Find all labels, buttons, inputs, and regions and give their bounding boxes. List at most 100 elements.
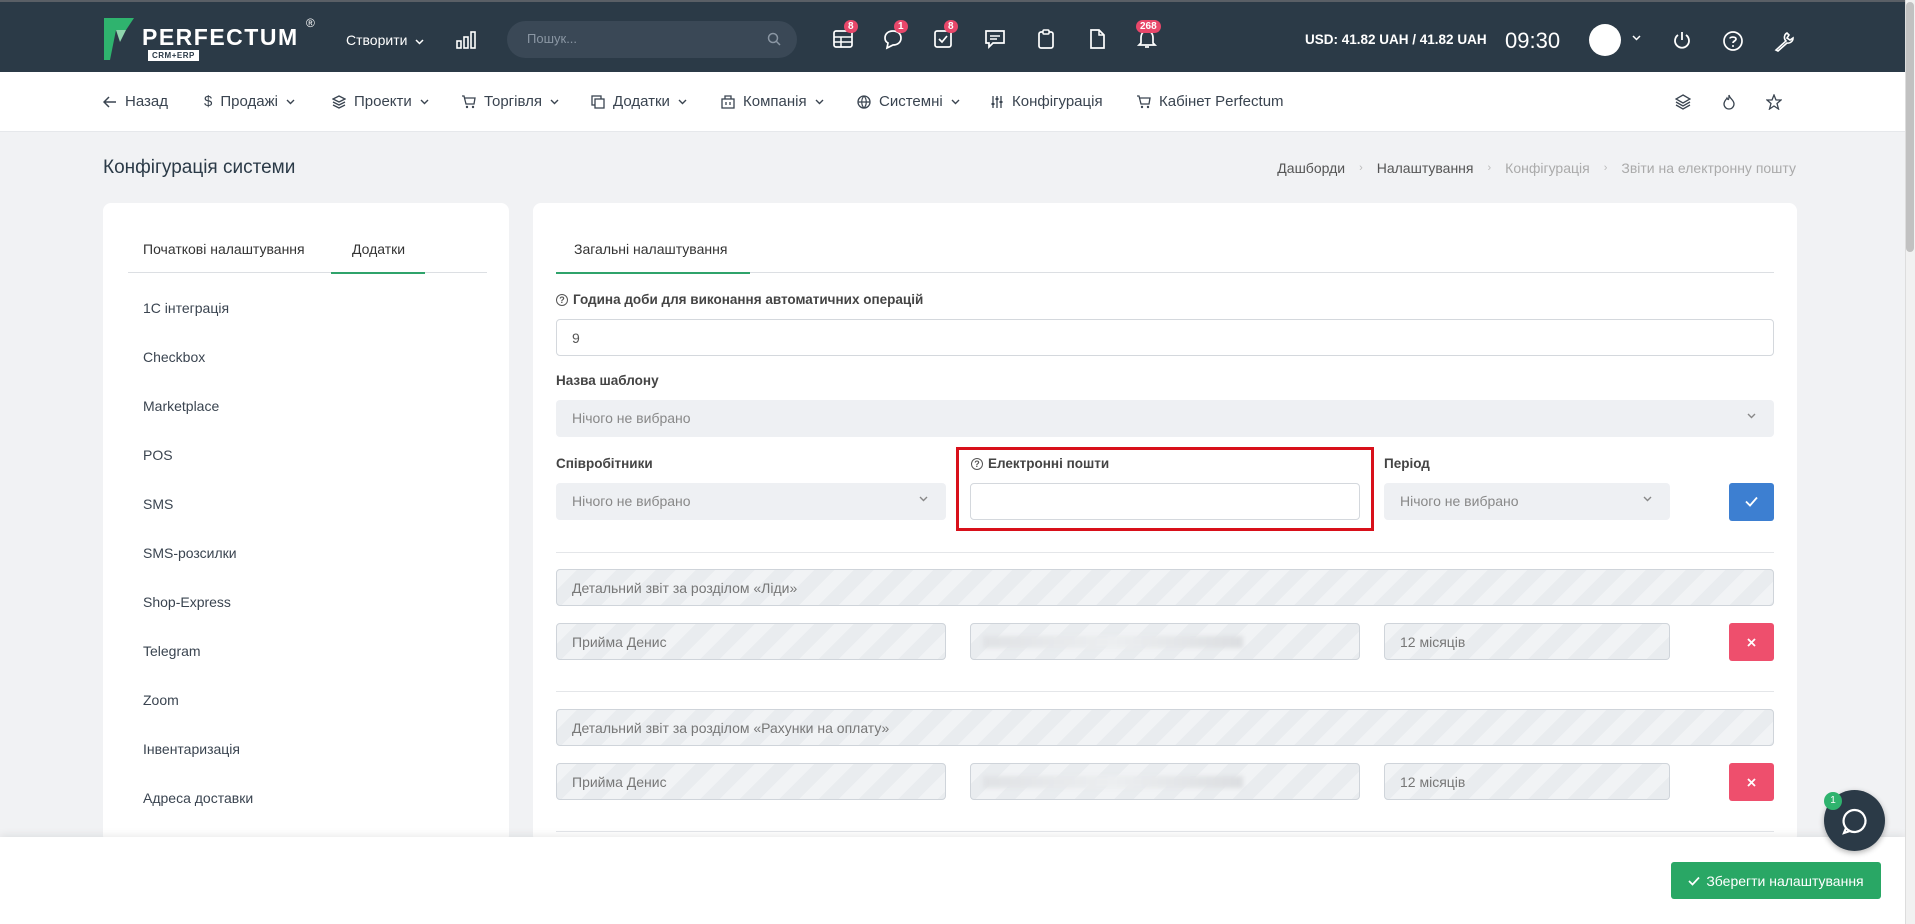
period-label: Період [1384, 456, 1430, 471]
employees-select-value: Нічого не вибрано [572, 493, 691, 509]
template-select[interactable]: Нічого не вибрано [556, 400, 1774, 437]
bar-chart-icon[interactable] [456, 31, 478, 49]
nav-back-label: Назад [125, 93, 168, 110]
nav-sales[interactable]: $ Продажі [204, 93, 295, 110]
nav-addons[interactable]: Додатки [591, 93, 687, 110]
star-icon[interactable] [1766, 94, 1782, 110]
nav-sales-label: Продажі [220, 93, 278, 110]
layers-icon[interactable] [1675, 94, 1691, 110]
sliders-icon [991, 95, 1003, 108]
sidebar-item[interactable]: Shop-Express [143, 594, 231, 610]
clipboard-icon[interactable] [1035, 28, 1057, 50]
save-settings-button[interactable]: Зберегти налаштування [1671, 862, 1881, 899]
nav-company[interactable]: Компанія [721, 93, 824, 110]
notifications-badge: 268 [1136, 20, 1161, 33]
nav-back[interactable]: Назад [103, 93, 168, 110]
table-icon[interactable]: 8 [832, 20, 858, 50]
scrollbar-thumb[interactable] [1906, 2, 1914, 252]
chat-badge: 1 [894, 20, 908, 33]
sidebar-item[interactable]: 1С інтеграція [143, 300, 229, 316]
divider [556, 831, 1774, 832]
brand-name: PERFECTUM [142, 24, 299, 50]
chevron-down-icon [919, 496, 928, 502]
sidebar-item[interactable]: Telegram [143, 643, 201, 659]
nav-system[interactable]: Системні [857, 93, 960, 110]
breadcrumb-item[interactable]: Конфігурація [1505, 160, 1590, 176]
create-dropdown[interactable]: Створити [346, 32, 424, 48]
report-email-field [970, 623, 1360, 660]
nav-trade-label: Торгівля [484, 93, 542, 110]
delete-report-button[interactable] [1729, 763, 1774, 801]
logo[interactable]: PERFECTUM CRM+ERP ® [102, 16, 315, 62]
sidebar-item[interactable]: Адреса доставки [143, 790, 253, 806]
sidebar-item[interactable]: POS [143, 447, 173, 463]
employees-label: Співробітники [556, 456, 653, 471]
currency-rate: USD: 41.82 UAH / 41.82 UAH [1305, 32, 1487, 47]
cart-icon [1137, 94, 1151, 108]
chevron-down-icon [420, 99, 429, 104]
sidebar-item[interactable]: SMS [143, 496, 173, 512]
chevron-down-icon [550, 99, 559, 104]
help-icon: ? [556, 293, 568, 306]
search-icon[interactable] [767, 32, 781, 46]
report-period-field: 12 місяців [1384, 763, 1670, 800]
chevron-down-icon[interactable] [1632, 35, 1641, 41]
sidebar-item[interactable]: Marketplace [143, 398, 219, 414]
table-badge: 8 [844, 20, 858, 33]
nav-config[interactable]: Конфігурація [990, 93, 1103, 110]
nav-trade[interactable]: Торгівля [461, 93, 559, 110]
chevron-right-icon: › [1603, 162, 1608, 174]
message-icon[interactable] [984, 28, 1006, 50]
sidebar-tabs: Початкові налаштування Додатки [128, 233, 487, 274]
sidebar-item[interactable]: SMS-розсилки [143, 545, 237, 561]
save-settings-label: Зберегти налаштування [1706, 872, 1864, 889]
check-icon [1745, 496, 1758, 507]
delete-report-button[interactable] [1729, 623, 1774, 661]
period-select-value: Нічого не вибрано [1400, 493, 1519, 509]
employees-select[interactable]: Нічого не вибрано [556, 483, 946, 520]
tab-initial-settings[interactable]: Початкові налаштування [143, 241, 305, 257]
divider [556, 552, 1774, 553]
template-label: Назва шаблону [556, 373, 659, 388]
task-check-icon[interactable]: 8 [932, 20, 958, 50]
hour-input[interactable]: 9 [556, 319, 1774, 356]
sidebar-item[interactable]: Інвентаризація [143, 741, 240, 757]
top-bar: PERFECTUM CRM+ERP ® Створити 8 1 8 268 U… [0, 0, 1905, 72]
dollar-icon: $ [204, 93, 213, 110]
sidebar-item[interactable]: Checkbox [143, 349, 205, 365]
bell-icon[interactable]: 268 [1136, 20, 1161, 50]
main-nav: Назад $ Продажі Проекти Торгівля Додатки… [0, 72, 1905, 132]
chevron-down-icon [815, 99, 824, 104]
report-employee-field: Прийма Денис [556, 623, 946, 660]
chat-bubble-icon[interactable]: 1 [882, 20, 908, 50]
footer-bar [0, 837, 1905, 924]
nav-cabinet[interactable]: Кабінет Perfectum [1136, 93, 1284, 110]
power-icon[interactable] [1672, 30, 1692, 50]
fire-icon[interactable] [1721, 94, 1737, 110]
tab-addons[interactable]: Додатки [352, 241, 405, 257]
help-icon[interactable] [1722, 30, 1744, 52]
period-select[interactable]: Нічого не вибрано [1384, 483, 1670, 520]
search-input[interactable] [527, 31, 747, 46]
wrench-icon[interactable] [1773, 30, 1795, 52]
chevron-down-icon [951, 99, 960, 104]
breadcrumb-item[interactable]: Налаштування [1377, 160, 1474, 176]
search-box [507, 21, 797, 58]
add-report-button[interactable] [1729, 483, 1774, 521]
chevron-down-icon [415, 39, 424, 45]
nav-projects[interactable]: Проекти [332, 93, 429, 110]
avatar[interactable] [1589, 24, 1621, 56]
chat-widget-badge: 1 [1824, 792, 1842, 810]
report-period-field: 12 місяців [1384, 623, 1670, 660]
nav-config-label: Конфігурація [1012, 93, 1103, 110]
breadcrumb: Дашборди › Налаштування › Конфігурація ›… [1277, 160, 1796, 176]
document-icon[interactable] [1086, 28, 1108, 50]
check-icon [1688, 876, 1700, 886]
breadcrumb-item[interactable]: Дашборди [1277, 160, 1345, 176]
sidebar-item[interactable]: Zoom [143, 692, 179, 708]
tab-general-settings[interactable]: Загальні налаштування [574, 241, 727, 257]
page-scrollbar[interactable] [1905, 0, 1915, 924]
chevron-down-icon [1747, 413, 1756, 419]
nav-projects-label: Проекти [354, 93, 412, 110]
settings-sidebar: Початкові налаштування Додатки 1С інтегр… [103, 203, 509, 843]
